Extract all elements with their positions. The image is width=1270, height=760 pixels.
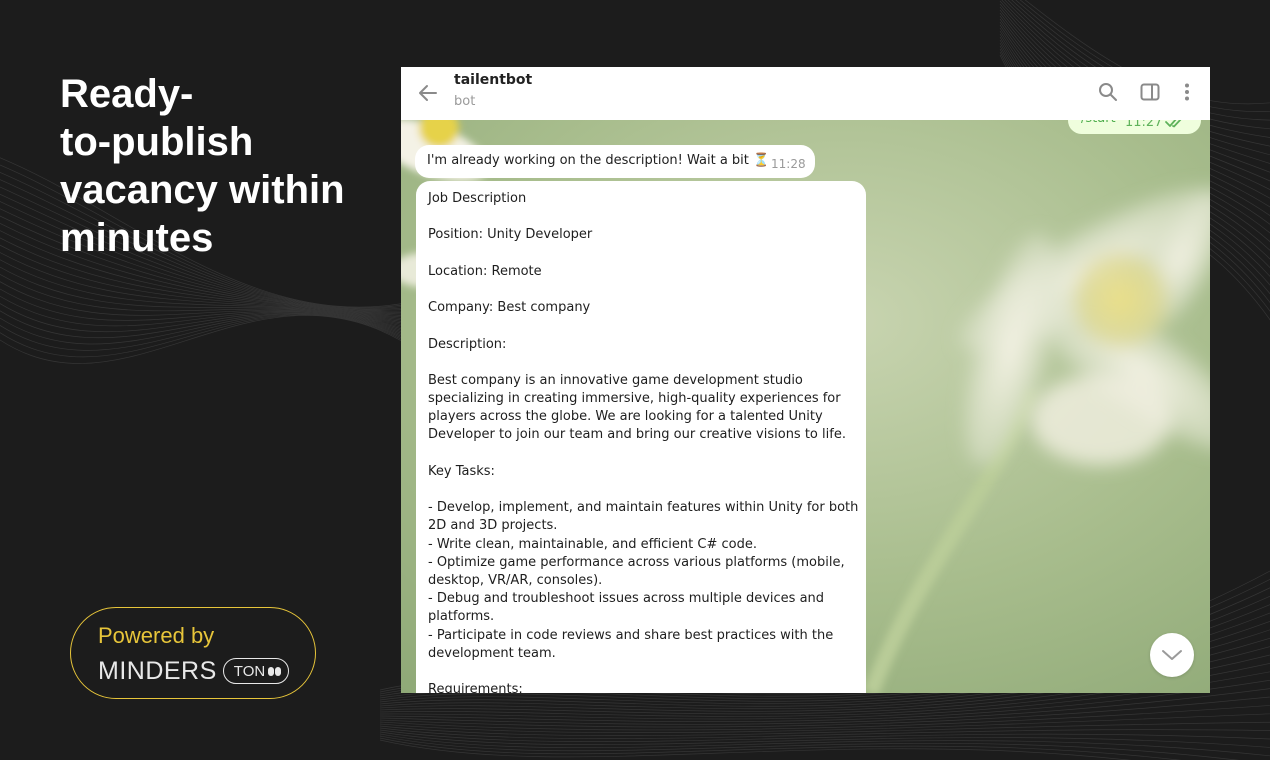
scroll-down-button[interactable] — [1150, 633, 1194, 677]
description-line: specializing in creating immersive, high… — [428, 391, 841, 407]
job-description-message[interactable]: Job Description Position: Unity Developer… — [416, 181, 866, 693]
wave-line — [379, 737, 1182, 760]
description-line: Requirements: — [428, 682, 523, 693]
headline-line: to-publish — [60, 120, 254, 164]
description-line: - Debug and troubleshoot issues across m… — [428, 591, 825, 607]
description-line: - Write clean, maintainable, and efficie… — [428, 536, 757, 552]
chat-header: tailentbot bot — [401, 67, 1210, 120]
description-line: - Optimize game performance across vario… — [428, 554, 845, 570]
description-line — [428, 281, 866, 299]
powered-by-badge: Powered by MINDERS TON — [70, 607, 316, 699]
search-icon[interactable] — [1097, 81, 1119, 103]
headline: Ready- to-publish vacancy within minutes — [60, 70, 380, 262]
description-line: - Develop, implement, and maintain featu… — [428, 500, 859, 516]
description-line — [428, 208, 866, 226]
brand-name: MINDERS — [98, 657, 217, 685]
headline-line: minutes — [60, 216, 214, 260]
description-line: Location: Remote — [428, 263, 542, 279]
arrow-left-icon[interactable] — [415, 80, 441, 106]
description-line: desktop, VR/AR, consoles). — [428, 572, 603, 588]
description-line: 2D and 3D projects. — [428, 518, 558, 534]
more-vertical-icon[interactable] — [1176, 81, 1198, 103]
description-line: Developer to join our team and bring our… — [428, 427, 846, 443]
chat-window: tailentbot bot 11:27 I'm already working… — [401, 67, 1210, 693]
chat-status: bot — [454, 94, 476, 109]
description-line — [428, 445, 866, 463]
description-line — [428, 354, 866, 372]
description-line — [428, 663, 866, 681]
wave-line — [379, 721, 1270, 736]
incoming-message[interactable]: I'm already working on the description! … — [415, 145, 815, 178]
powered-by-label: Powered by — [98, 623, 215, 648]
sidebar-toggle-icon[interactable] — [1139, 81, 1161, 103]
description-line: players across the globe. We are looking… — [428, 409, 823, 425]
description-line: development team. — [428, 645, 556, 661]
description-line: Position: Unity Developer — [428, 227, 593, 243]
description-line — [428, 245, 866, 263]
message-time: 11:28 — [771, 157, 806, 171]
headline-line: vacancy within — [60, 168, 345, 212]
description-line — [428, 481, 866, 499]
description-line — [428, 317, 866, 335]
description-line: Best company is an innovative game devel… — [428, 372, 803, 388]
description-line: Description: — [428, 336, 507, 352]
chat-title[interactable]: tailentbot — [454, 72, 532, 88]
ton-label: TON — [233, 662, 266, 680]
headline-line: Ready- — [60, 72, 194, 116]
hourglass-emoji: ⏳ — [753, 153, 770, 168]
description-line: platforms. — [428, 609, 495, 625]
ton-dots-icon — [268, 666, 282, 676]
wave-line — [379, 727, 1270, 739]
ton-badge: TON — [222, 658, 289, 684]
description-line: Company: Best company — [428, 300, 591, 316]
chevron-down-icon — [1162, 650, 1182, 660]
message-text: I'm already working on the description! … — [427, 153, 770, 168]
description-line: - Participate in code reviews and share … — [428, 627, 834, 643]
brand-logo: MINDERS TON — [98, 656, 315, 686]
description-line: Key Tasks: — [428, 463, 495, 479]
description-line: Job Description — [428, 191, 527, 206]
